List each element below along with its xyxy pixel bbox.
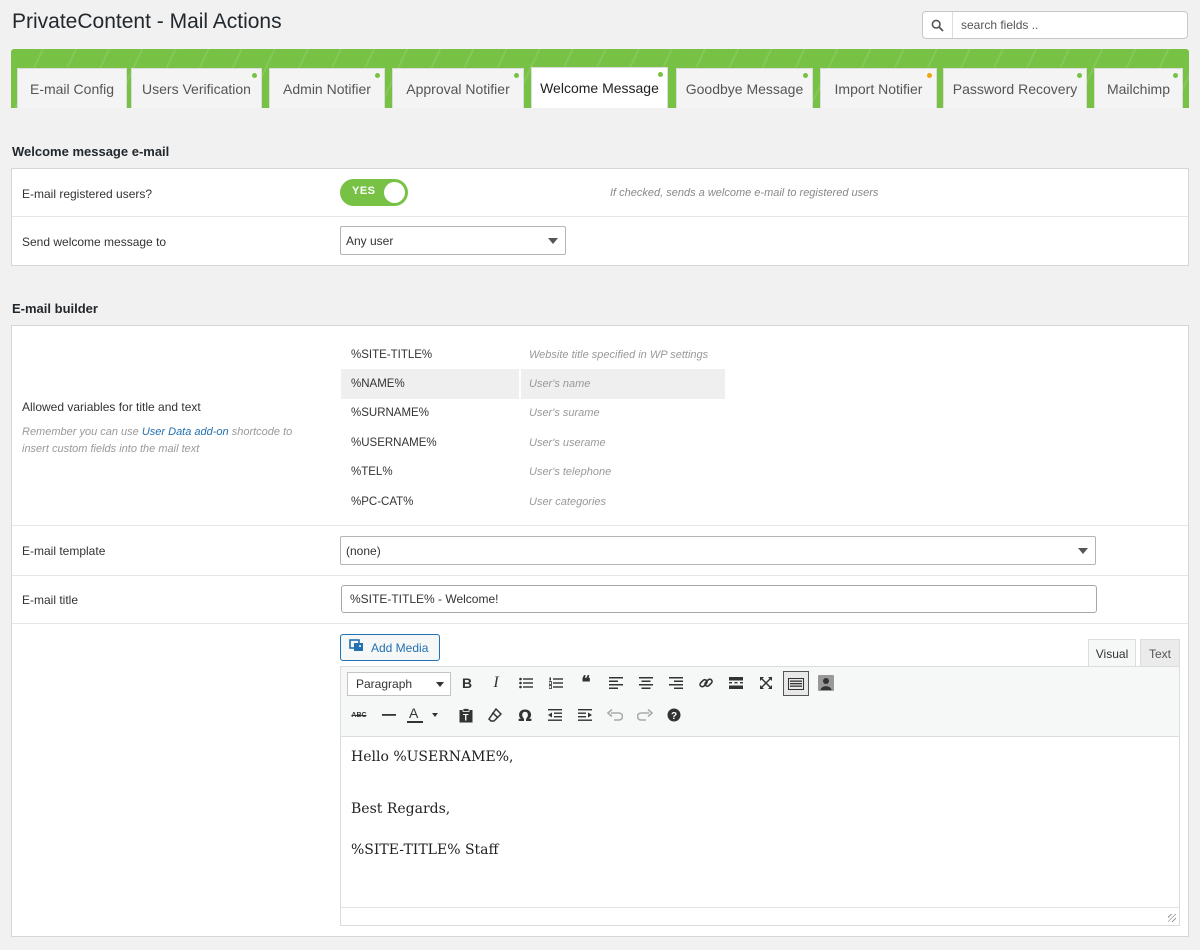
send-to-label: Send welcome message to xyxy=(22,235,167,249)
tab-goodbye-message[interactable]: Goodbye Message xyxy=(676,68,813,108)
editor-statusbar xyxy=(341,907,1179,925)
redo-icon[interactable] xyxy=(633,703,657,727)
welcome-panel: E-mail registered users? YES If checked,… xyxy=(11,168,1189,266)
status-dot xyxy=(514,73,519,78)
bold-icon[interactable]: B xyxy=(455,671,479,695)
editor-toolbar: Paragraph B I ❝ ABC A T Ω ? xyxy=(341,667,1179,737)
section-title-welcome: Welcome message e-mail xyxy=(12,144,170,159)
status-dot xyxy=(658,72,663,77)
chevron-down-icon xyxy=(436,682,444,687)
italic-icon[interactable]: I xyxy=(484,671,508,695)
bullet-list-icon[interactable] xyxy=(514,671,538,695)
tab-approval-notifier[interactable]: Approval Notifier xyxy=(392,68,524,108)
section-title-builder: E-mail builder xyxy=(12,301,98,316)
svg-text:?: ? xyxy=(671,711,677,722)
status-dot xyxy=(1077,73,1082,78)
tab-users-verification[interactable]: Users Verification xyxy=(131,68,262,108)
status-dot xyxy=(375,73,380,78)
variables-table: %SITE-TITLE% Website title specified in W… xyxy=(341,340,725,516)
format-select[interactable]: Paragraph xyxy=(347,672,451,696)
content-line: Hello %USERNAME%, xyxy=(351,749,514,765)
strikethrough-icon[interactable]: ABC xyxy=(347,703,371,727)
read-more-icon[interactable] xyxy=(724,671,748,695)
tab-mailchimp[interactable]: Mailchimp xyxy=(1094,68,1183,108)
title-row: E-mail title %SITE-TITLE% - Welcome! xyxy=(12,576,1188,624)
send-to-select[interactable]: Any user xyxy=(340,226,566,255)
svg-text:T: T xyxy=(463,712,469,722)
tab-visual[interactable]: Visual xyxy=(1088,639,1136,668)
registered-label: E-mail registered users? xyxy=(22,187,153,201)
toolbar-row-1: Paragraph B I ❝ xyxy=(341,667,1179,697)
template-label: E-mail template xyxy=(22,544,106,558)
template-select[interactable]: (none) xyxy=(340,536,1096,565)
eraser-icon[interactable] xyxy=(483,703,507,727)
variable-row: %SURNAME% User's surame xyxy=(351,407,600,420)
editor-row: Add Media Visual Text Paragraph B I ❝ AB… xyxy=(12,624,1188,938)
paste-text-icon[interactable]: T xyxy=(454,703,478,727)
outdent-icon[interactable] xyxy=(543,703,567,727)
status-dot xyxy=(252,73,257,78)
status-dot xyxy=(1173,73,1178,78)
user-data-addon-link[interactable]: User Data add-on xyxy=(142,426,229,438)
variables-row: Allowed variables for title and text Rem… xyxy=(12,326,1188,526)
variables-label: Allowed variables for title and text xyxy=(22,400,201,414)
registered-toggle[interactable]: YES xyxy=(340,179,408,206)
rich-text-editor: Paragraph B I ❝ ABC A T Ω ? Hello %USERN… xyxy=(340,666,1180,926)
tab-admin-notifier[interactable]: Admin Notifier xyxy=(269,68,385,108)
search-box[interactable] xyxy=(922,11,1188,39)
numbered-list-icon[interactable] xyxy=(544,671,568,695)
tab-email-config[interactable]: E-mail Config xyxy=(17,68,127,108)
undo-icon[interactable] xyxy=(603,703,627,727)
page-title: PrivateContent - Mail Actions xyxy=(12,10,282,33)
send-to-row: Send welcome message to Any user xyxy=(12,217,1188,266)
toggle-knob xyxy=(384,182,405,203)
chevron-down-icon xyxy=(1078,547,1088,554)
special-character-icon[interactable]: Ω xyxy=(513,703,537,727)
user-shortcode-icon[interactable] xyxy=(814,671,838,695)
horizontal-line-icon[interactable] xyxy=(377,703,401,727)
media-icon xyxy=(349,639,365,656)
help-icon[interactable]: ? xyxy=(662,703,686,727)
status-dot xyxy=(803,73,808,78)
tab-welcome-message[interactable]: Welcome Message xyxy=(531,67,668,108)
registered-row: E-mail registered users? YES If checked,… xyxy=(12,169,1188,217)
fullscreen-icon[interactable] xyxy=(754,671,778,695)
align-left-icon[interactable] xyxy=(604,671,628,695)
variable-row: %USERNAME% User's userame xyxy=(351,436,606,449)
builder-panel: Allowed variables for title and text Rem… xyxy=(11,325,1189,937)
search-icon xyxy=(923,12,953,38)
text-color-icon[interactable]: A xyxy=(405,703,441,727)
resize-handle[interactable] xyxy=(1168,914,1176,922)
chevron-down-icon xyxy=(548,237,558,244)
tab-text[interactable]: Text xyxy=(1140,639,1180,667)
svg-text:A: A xyxy=(409,706,419,721)
variable-row: %NAME% User's name xyxy=(341,369,725,399)
email-title-input[interactable]: %SITE-TITLE% - Welcome! xyxy=(341,585,1097,613)
registered-hint: If checked, sends a welcome e-mail to re… xyxy=(610,187,879,199)
content-line: %SITE-TITLE% Staff xyxy=(351,842,499,858)
variables-note: Remember you can use User Data add-on sh… xyxy=(22,426,293,455)
variable-row: %PC-CAT% User categories xyxy=(351,495,607,508)
content-line: Best Regards, xyxy=(351,801,451,817)
variable-row: %SITE-TITLE% Website title specified in W… xyxy=(351,348,709,361)
align-right-icon[interactable] xyxy=(664,671,688,695)
variable-row: %TEL% User's telephone xyxy=(351,466,612,479)
template-row: E-mail template (none) xyxy=(12,526,1188,576)
link-icon[interactable] xyxy=(694,671,718,695)
toolbar-toggle-icon[interactable] xyxy=(783,671,809,696)
indent-icon[interactable] xyxy=(573,703,597,727)
tab-import-notifier[interactable]: Import Notifier xyxy=(820,68,937,108)
toolbar-row-2: ABC A T Ω ? xyxy=(341,699,1179,729)
status-dot xyxy=(927,73,932,78)
blockquote-icon[interactable]: ❝ xyxy=(574,671,598,695)
add-media-button[interactable]: Add Media xyxy=(340,634,440,661)
tab-bar: E-mail Config Users Verification Admin N… xyxy=(11,49,1189,108)
title-label: E-mail title xyxy=(22,593,79,607)
search-input[interactable] xyxy=(953,18,1183,32)
align-center-icon[interactable] xyxy=(634,671,658,695)
tab-password-recovery[interactable]: Password Recovery xyxy=(943,68,1087,108)
